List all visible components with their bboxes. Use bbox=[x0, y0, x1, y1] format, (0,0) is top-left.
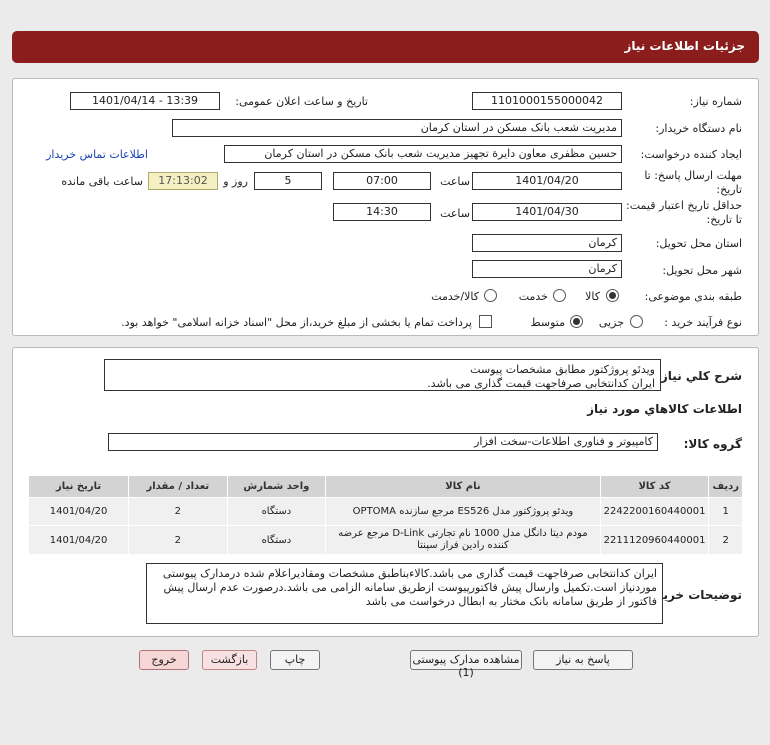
cell-qty: 2 bbox=[128, 525, 228, 555]
view-attachments-button[interactable]: مشاهده مدارک پیوستی (1) bbox=[410, 650, 522, 679]
goods-group-field: کامپیوتر و فناوری اطلاعات-سخت افزار bbox=[108, 433, 658, 451]
process-radio-minor[interactable] bbox=[630, 315, 643, 328]
validity-label: حداقل تاریخ اعتبار قیمت: تا تاریخ: bbox=[626, 199, 742, 226]
goods-section-title: اطلاعات کالاهاي مورد نياز bbox=[587, 402, 742, 416]
buyer-org-label: نام دستگاه خریدار: bbox=[655, 122, 742, 135]
col-unit: واحد شمارش bbox=[226, 475, 327, 498]
col-qty: تعداد / مقدار bbox=[128, 475, 228, 498]
category-option-goods: کالا bbox=[585, 290, 600, 303]
process-option-medium: متوسط bbox=[530, 316, 565, 329]
deadline-time-field: 07:00 bbox=[333, 172, 431, 190]
city-label: شهر محل تحویل: bbox=[662, 264, 742, 277]
cell-unit: دستگاه bbox=[226, 497, 327, 526]
cell-code: 2211120960440001 bbox=[599, 525, 710, 555]
days-and-label: روز و bbox=[223, 175, 248, 188]
cell-date: 1401/04/20 bbox=[27, 497, 130, 526]
category-label: طبقه بندی موضوعی: bbox=[644, 290, 742, 303]
category-radio-both[interactable] bbox=[484, 289, 497, 302]
process-label: نوع فرآیند خرید : bbox=[664, 316, 742, 329]
summary-line-1: ویدئو پروژکتور مطابق مشخصات پیوست bbox=[470, 363, 655, 376]
deadline-time-label: ساعت bbox=[440, 175, 470, 188]
deadline-label: مهلت ارسال پاسخ: تا تاریخ: bbox=[644, 169, 742, 196]
creator-field: حسین مظفری معاون دایرة تجهیز مدیریت شعب … bbox=[224, 145, 622, 163]
province-label: استان محل تحویل: bbox=[655, 237, 742, 250]
back-button[interactable]: بازگشت bbox=[202, 650, 257, 670]
need-number-field: 1101000155000042 bbox=[472, 92, 622, 110]
category-radio-service[interactable] bbox=[553, 289, 566, 302]
col-name: نام کالا bbox=[325, 475, 601, 498]
category-option-both: کالا/خدمت bbox=[431, 290, 479, 303]
creator-label: ایجاد کننده درخواست: bbox=[640, 148, 742, 161]
exit-button[interactable]: خروج bbox=[139, 650, 189, 670]
summary-line-2: ایران کدانتخابی صرفاجهت قیمت گذاری می با… bbox=[427, 377, 655, 390]
col-date: تاریخ نیاز bbox=[27, 475, 130, 498]
cell-name: مودم دیتا دانگل مدل 1000 نام تجارتی D-Li… bbox=[325, 525, 601, 555]
treasury-checkbox[interactable] bbox=[479, 315, 492, 328]
validity-time-field: 14:30 bbox=[333, 203, 431, 221]
days-field: 5 bbox=[254, 172, 322, 190]
table-header-row: ردیف کد کالا نام کالا واحد شمارش تعداد /… bbox=[27, 475, 743, 498]
validity-date-field: 1401/04/30 bbox=[472, 203, 622, 221]
buyer-notes-box: ایران کدانتخابی صرفاجهت قیمت گذاری می با… bbox=[146, 563, 663, 624]
summary-label: شرح کلي نياز: bbox=[656, 369, 742, 383]
cell-date: 1401/04/20 bbox=[27, 525, 130, 555]
category-radio-goods[interactable] bbox=[606, 289, 619, 302]
goods-table: ردیف کد کالا نام کالا واحد شمارش تعداد /… bbox=[27, 475, 743, 555]
cell-unit: دستگاه bbox=[226, 525, 327, 555]
remaining-time-field: 17:13:02 bbox=[148, 172, 218, 190]
cell-row: 1 bbox=[708, 497, 743, 526]
col-code: کد کالا bbox=[599, 475, 710, 498]
contact-buyer-link[interactable]: اطلاعات تماس خریدار bbox=[46, 148, 148, 161]
province-field: کرمان bbox=[472, 234, 622, 252]
deadline-date-field: 1401/04/20 bbox=[472, 172, 622, 190]
process-option-minor: جزیی bbox=[598, 316, 624, 329]
validity-time-label: ساعت bbox=[440, 207, 470, 220]
announce-label: تاریخ و ساعت اعلان عمومی: bbox=[235, 95, 368, 108]
city-field: کرمان bbox=[472, 260, 622, 278]
cell-row: 2 bbox=[708, 525, 743, 555]
remaining-label: ساعت باقی مانده bbox=[61, 175, 143, 188]
need-number-label: شماره نیاز: bbox=[689, 95, 742, 108]
cell-code: 2242200160440001 bbox=[599, 497, 710, 526]
announce-field: 1401/04/14 - 13:39 bbox=[70, 92, 220, 110]
summary-box: ویدئو پروژکتور مطابق مشخصات پیوست ایران … bbox=[104, 359, 661, 391]
treasury-note: پرداخت تمام یا بخشی از مبلغ خرید،از محل … bbox=[121, 316, 472, 329]
col-row: ردیف bbox=[708, 475, 743, 498]
category-option-service: خدمت bbox=[518, 290, 548, 303]
buyer-org-field: مدیریت شعب بانک مسکن در استان کرمان bbox=[172, 119, 622, 137]
goods-group-label: گروه کالا: bbox=[683, 437, 742, 451]
reply-button[interactable]: پاسخ به نیاز bbox=[533, 650, 633, 670]
table-row: 1 2242200160440001 ویدئو پروژکتور مدل ES… bbox=[27, 497, 743, 526]
process-radio-medium[interactable] bbox=[570, 315, 583, 328]
table-row: 2 2211120960440001 مودم دیتا دانگل مدل 1… bbox=[27, 525, 743, 555]
cell-name: ویدئو پروژکتور مدل ES526 مرجع سازنده OPT… bbox=[325, 497, 601, 526]
print-button[interactable]: چاپ bbox=[270, 650, 320, 670]
page-title: جزئیات اطلاعات نیاز bbox=[12, 31, 759, 63]
cell-qty: 2 bbox=[128, 497, 228, 526]
